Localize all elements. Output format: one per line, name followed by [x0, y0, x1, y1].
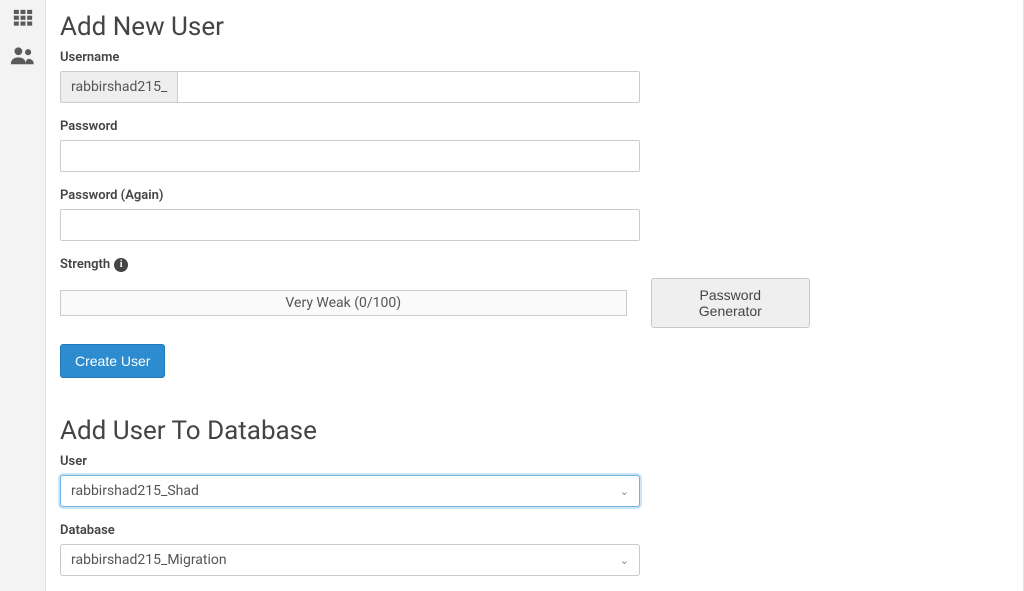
strength-row-wrapper: Strength i Very Weak (0/100) Password Ge… — [60, 257, 1009, 328]
user-select-label: User — [60, 454, 1009, 469]
create-user-button[interactable]: Create User — [60, 344, 165, 378]
users-icon[interactable] — [10, 44, 36, 66]
add-user-title: Add New User — [60, 12, 1009, 42]
username-row: Username rabbirshad215_ — [60, 50, 1009, 103]
password-label: Password — [60, 119, 1009, 134]
strength-row: Very Weak (0/100) Password Generator — [60, 278, 810, 328]
page-root: Add New User Username rabbirshad215_ Pas… — [0, 0, 1024, 591]
password-again-input[interactable] — [60, 209, 640, 241]
apps-grid-icon[interactable] — [10, 8, 36, 30]
password-generator-button[interactable]: Password Generator — [651, 278, 810, 328]
chevron-down-icon: ⌄ — [620, 554, 629, 567]
info-icon[interactable]: i — [114, 258, 128, 272]
strength-label: Strength — [60, 257, 110, 272]
user-select[interactable]: rabbirshad215_Shad ⌄ — [60, 475, 640, 507]
password-input[interactable] — [60, 140, 640, 172]
sidebar — [0, 0, 45, 591]
password-again-row: Password (Again) — [60, 188, 1009, 241]
username-input[interactable] — [177, 71, 640, 103]
strength-meter: Very Weak (0/100) — [60, 290, 627, 316]
username-prefix: rabbirshad215_ — [60, 71, 177, 103]
username-input-group: rabbirshad215_ — [60, 71, 640, 103]
database-select[interactable]: rabbirshad215_Migration ⌄ — [60, 544, 640, 576]
database-select-value: rabbirshad215_Migration — [71, 552, 227, 568]
password-row: Password — [60, 119, 1009, 172]
strength-label-row: Strength i — [60, 257, 1009, 272]
username-label: Username — [60, 50, 1009, 65]
user-select-value: rabbirshad215_Shad — [71, 483, 199, 499]
main-content: Add New User Username rabbirshad215_ Pas… — [45, 0, 1024, 591]
create-user-row: Create User — [60, 344, 1009, 378]
database-select-row: Database rabbirshad215_Migration ⌄ — [60, 523, 1009, 576]
password-again-label: Password (Again) — [60, 188, 1009, 203]
add-to-db-title: Add User To Database — [60, 416, 1009, 446]
database-select-label: Database — [60, 523, 1009, 538]
chevron-down-icon: ⌄ — [620, 485, 629, 498]
user-select-row: User rabbirshad215_Shad ⌄ — [60, 454, 1009, 507]
